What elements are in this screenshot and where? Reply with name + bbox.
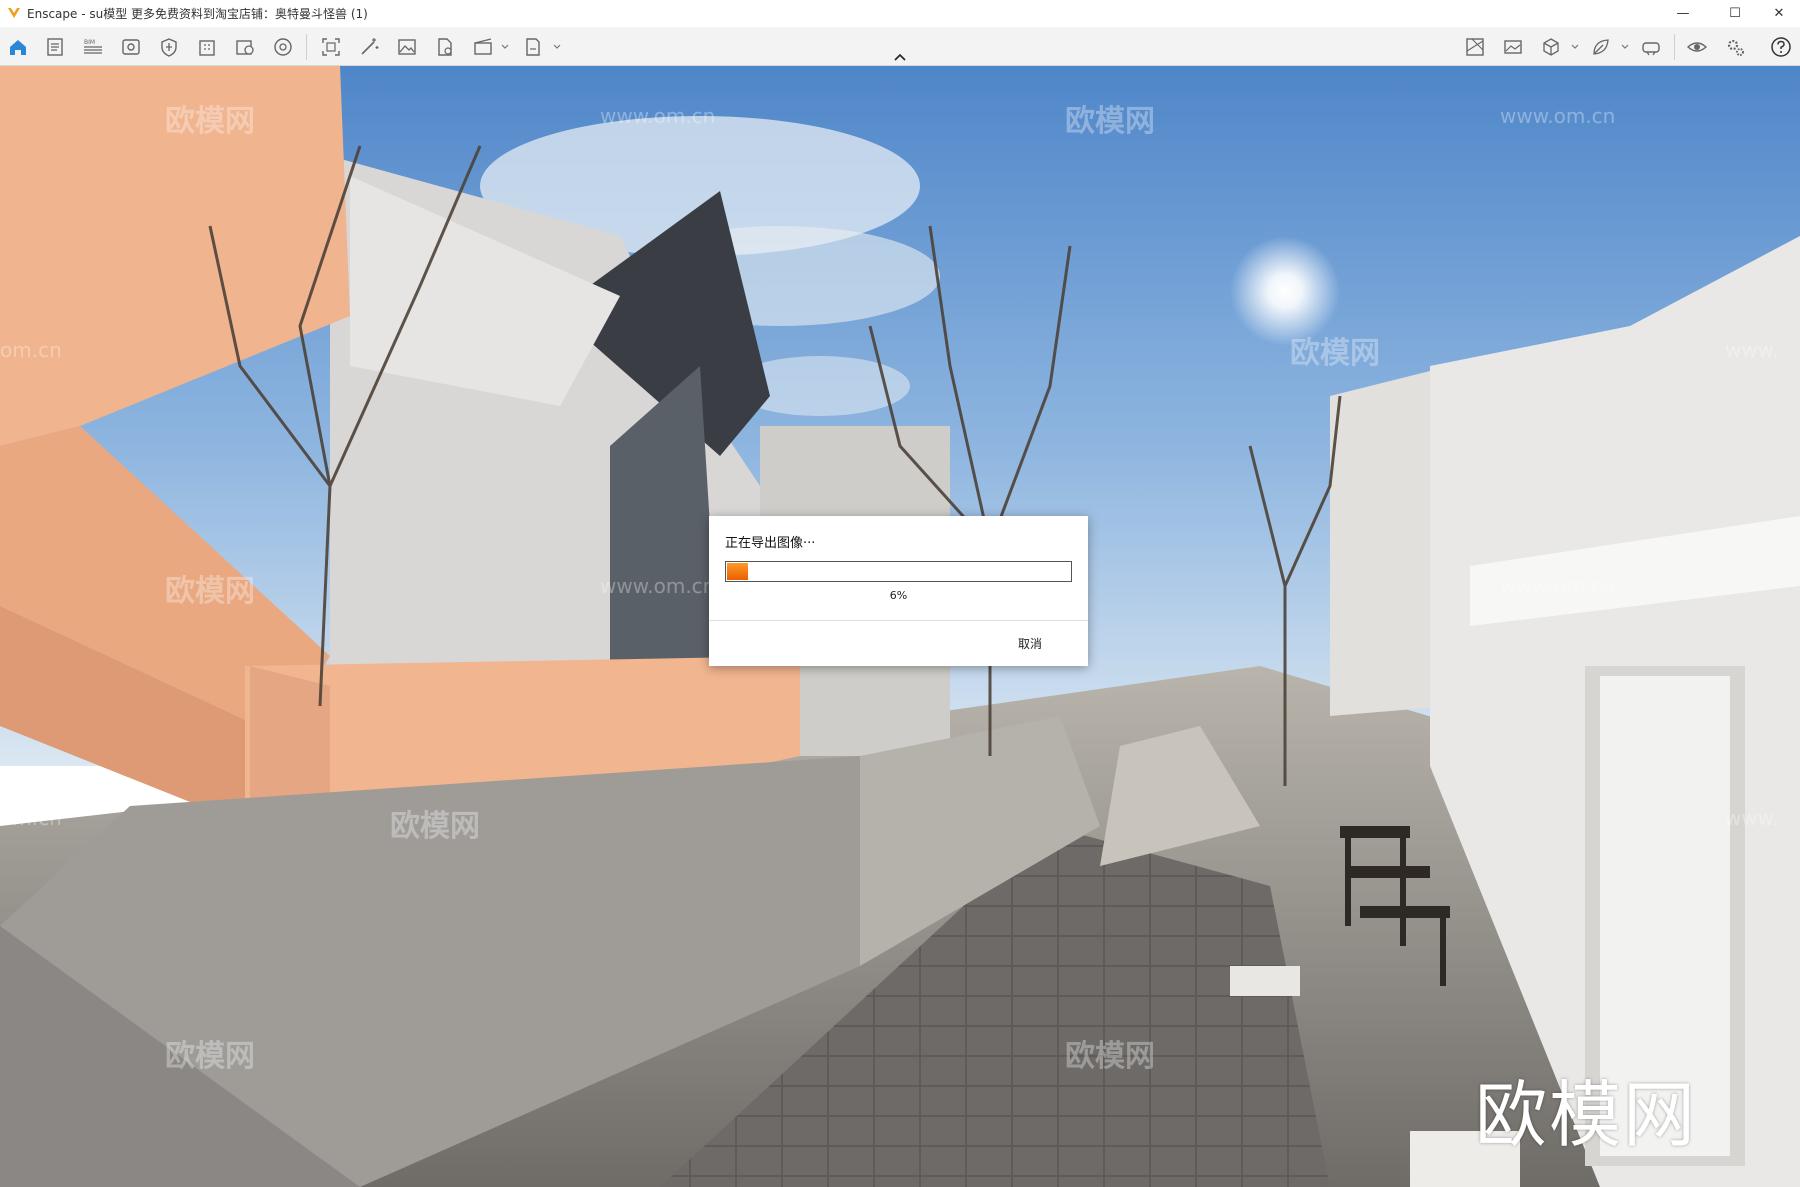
progress-bar xyxy=(725,561,1072,582)
vr-headset-icon xyxy=(1642,42,1660,56)
materials-icon xyxy=(274,38,292,56)
watermark-brand: 欧模网 xyxy=(165,104,255,139)
progress-bar-fill xyxy=(727,563,748,580)
document-button[interactable] xyxy=(42,34,68,60)
file-export-button[interactable] xyxy=(432,34,458,60)
chevron-down-icon[interactable] xyxy=(1620,42,1630,52)
leaf-icon xyxy=(1593,39,1609,55)
chevron-down-icon[interactable] xyxy=(552,42,562,52)
maximize-button[interactable]: ☐ xyxy=(1712,0,1758,27)
bim-label: BIM xyxy=(84,39,95,46)
leaf-button[interactable] xyxy=(1588,34,1614,60)
file-export-icon xyxy=(438,38,452,56)
map-button[interactable] xyxy=(1462,34,1488,60)
watermark-url-fragment: om.cn xyxy=(0,338,62,362)
collapse-toolbar-icon[interactable] xyxy=(893,52,907,62)
watermark-url-fragment: www. xyxy=(1725,338,1779,362)
cancel-button[interactable]: 取消 xyxy=(1012,633,1048,654)
settings-button[interactable] xyxy=(1722,34,1748,60)
export-progress-dialog: 正在导出图像··· 6% 取消 xyxy=(709,516,1088,666)
watermark-brand: 欧模网 xyxy=(165,574,255,609)
building-button[interactable] xyxy=(194,34,220,60)
dialog-title: 正在导出图像··· xyxy=(725,536,816,551)
screenshot-button[interactable] xyxy=(318,34,344,60)
magic-wand-button[interactable] xyxy=(356,34,382,60)
batch-button[interactable] xyxy=(232,34,258,60)
cube-icon xyxy=(1543,38,1559,56)
watermark-brand: 欧模网 xyxy=(165,1039,255,1074)
export-button[interactable] xyxy=(520,34,546,60)
brand-watermark-large: 欧模网 xyxy=(1475,1073,1698,1157)
video-icon xyxy=(474,38,492,55)
view-button[interactable] xyxy=(118,34,144,60)
map-icon xyxy=(1466,38,1484,56)
eye-icon xyxy=(1686,42,1708,52)
dialog-divider xyxy=(709,620,1088,621)
watermark-url: www.om.cn xyxy=(1500,574,1616,598)
video-button[interactable] xyxy=(470,34,496,60)
eye-button[interactable] xyxy=(1684,34,1710,60)
settings-icon xyxy=(1727,39,1744,56)
help-button[interactable] xyxy=(1768,34,1794,60)
image-button[interactable] xyxy=(394,34,420,60)
bim-button[interactable]: BIM xyxy=(80,34,106,60)
view-icon xyxy=(122,39,140,55)
magic-wand-icon xyxy=(361,38,379,55)
image-icon xyxy=(398,39,416,55)
watermark-brand: 欧模网 xyxy=(1290,336,1380,371)
materials-button[interactable] xyxy=(270,34,296,60)
watermark-url: www.om.cn xyxy=(1500,104,1616,128)
title-bar: Enscape - su模型 更多免费资料到淘宝店铺：奥特曼斗怪兽 (1) — … xyxy=(0,0,1800,27)
cube-button[interactable] xyxy=(1538,34,1564,60)
minimize-button[interactable]: — xyxy=(1660,0,1706,27)
screenshot-icon xyxy=(322,38,340,56)
chevron-down-icon[interactable] xyxy=(500,42,510,52)
toolbar-separator xyxy=(306,34,307,60)
watermark-url-fragment: om.cn xyxy=(0,806,62,830)
watermark-url: www.om.cn xyxy=(600,574,716,598)
watermark-url-fragment: www. xyxy=(1725,806,1779,830)
building-icon xyxy=(199,40,215,56)
document-icon xyxy=(47,38,63,56)
window-title: Enscape - su模型 更多免费资料到淘宝店铺：奥特曼斗怪兽 (1) xyxy=(27,7,368,21)
export-icon xyxy=(526,38,540,56)
batch-icon xyxy=(236,40,254,55)
enscape-logo-icon xyxy=(8,8,20,18)
toolbar-separator xyxy=(1674,34,1675,60)
chevron-down-icon[interactable] xyxy=(1570,42,1580,52)
watermark-brand: 欧模网 xyxy=(1065,1039,1155,1074)
shield-icon xyxy=(161,38,177,57)
home-button[interactable] xyxy=(5,34,31,60)
bim-icon: BIM xyxy=(84,39,102,54)
home-icon xyxy=(10,40,26,55)
panorama-icon xyxy=(1504,40,1522,54)
vr-headset-button[interactable] xyxy=(1638,34,1664,60)
watermark-url: www.om.cn xyxy=(600,104,716,128)
progress-percent: 6% xyxy=(889,589,908,602)
panorama-button[interactable] xyxy=(1500,34,1526,60)
watermark-brand: 欧模网 xyxy=(390,809,480,844)
shield-button[interactable] xyxy=(156,34,182,60)
watermark-brand: 欧模网 xyxy=(1065,104,1155,139)
close-button[interactable]: ✕ xyxy=(1756,0,1800,27)
help-icon xyxy=(1771,37,1791,57)
